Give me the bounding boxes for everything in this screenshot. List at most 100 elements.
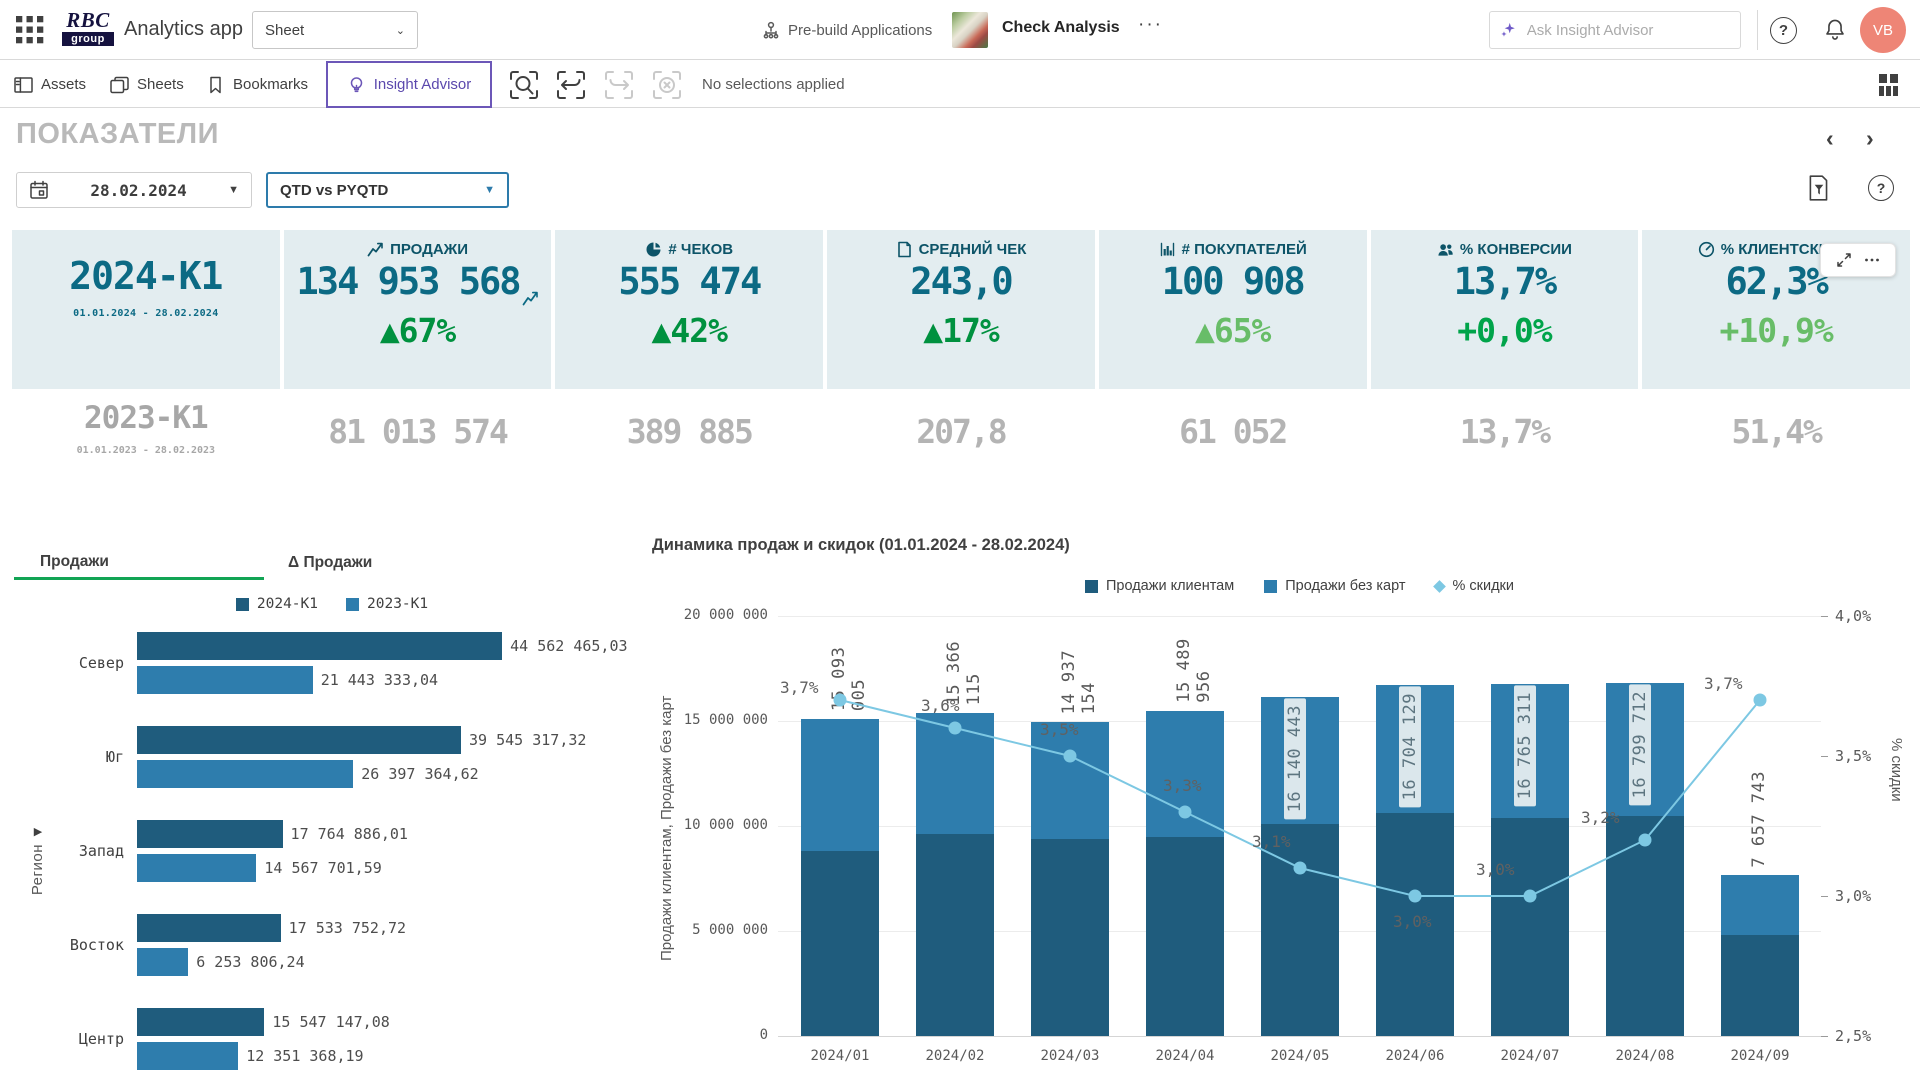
sheet-selector-value: Sheet	[265, 22, 396, 39]
bar-Продажи клиентам-2024/03[interactable]	[1031, 839, 1109, 1036]
bar-2023-К1-Юг[interactable]	[137, 760, 353, 788]
legend-swatch	[346, 598, 359, 611]
kpi-value: 134 953 568	[284, 260, 552, 303]
bar-2024-К1-Запад[interactable]	[137, 820, 283, 848]
bar-2024-К1-Восток[interactable]	[137, 914, 281, 942]
filter-document-icon[interactable]	[1806, 174, 1832, 202]
discount-point-label: 3,0%	[1476, 860, 1515, 879]
user-avatar[interactable]: VB	[1860, 7, 1906, 53]
bar-total-label: 15 093 005	[829, 616, 869, 711]
expand-icon[interactable]	[1836, 252, 1852, 268]
prev-sheet-chevron-icon[interactable]: ‹	[1826, 124, 1834, 152]
region-sales-chart-panel: Продажи Δ Продажи 2024-К12023-К1 ▶ Регио…	[12, 540, 650, 1080]
bar-Продажи без карт-2024/09[interactable]	[1721, 875, 1799, 935]
legend-item-Продажи клиентам[interactable]: Продажи клиентам	[1085, 578, 1234, 594]
bar-chart-icon	[1159, 241, 1176, 258]
kpi-period-card: 2024-К1 01.01.2024 - 28.02.2024	[12, 230, 280, 389]
sheets-button[interactable]: Sheets	[110, 61, 184, 108]
bar-Продажи клиентам-2024/07[interactable]	[1491, 818, 1569, 1036]
chevron-down-icon: ⌄	[396, 24, 405, 37]
sheet-help-button[interactable]: ?	[1868, 175, 1894, 201]
region-group-Юг: Юг39 545 317,32 26 397 364,62	[12, 726, 650, 788]
y-right-tick-mark	[1821, 756, 1828, 757]
tab-delta-sales[interactable]: Δ Продажи	[266, 546, 516, 580]
more-menu-icon[interactable]: ···	[1138, 14, 1163, 36]
insight-advisor-searchbox[interactable]	[1489, 11, 1741, 49]
kpi-prev-period: 2023-К1	[12, 400, 280, 436]
search-input[interactable]	[1527, 22, 1730, 39]
region-label[interactable]: Центр	[12, 1008, 137, 1070]
search-selections-icon[interactable]	[505, 66, 543, 104]
legend-item-Продажи без карт[interactable]: Продажи без карт	[1264, 578, 1405, 594]
discount-point-label: 3,7%	[780, 678, 819, 697]
app-launcher-icon[interactable]	[16, 16, 44, 44]
legend-item-% скидки[interactable]: % скидки	[1435, 578, 1514, 594]
bar-row: 6 253 806,24	[137, 948, 645, 976]
bar-2024-К1-Центр[interactable]	[137, 1008, 264, 1036]
bar-2023-К1-Запад[interactable]	[137, 854, 256, 882]
y-left-tick: 10 000 000	[650, 817, 768, 833]
kpi-value-text: 62,3%	[1725, 260, 1826, 303]
bar-2023-К1-Восток[interactable]	[137, 948, 188, 976]
legend-item-2024-К1[interactable]: 2024-К1	[236, 596, 318, 612]
app-thumbnail[interactable]	[952, 12, 988, 48]
sheet-selector-dropdown[interactable]: Sheet ⌄	[252, 11, 418, 49]
current-app-name[interactable]: Check Analysis	[1002, 19, 1120, 37]
discount-point-label: 3,7%	[1704, 674, 1743, 693]
region-label[interactable]: Север	[12, 632, 137, 694]
y-right-tick-mark	[1821, 616, 1828, 617]
kpi-value: 555 474	[555, 260, 823, 303]
y-right-tick: 2,5%	[1835, 1027, 1871, 1045]
bar-total-label: 16 765 311	[1514, 685, 1536, 806]
bar-2023-К1-Север[interactable]	[137, 666, 313, 694]
bar-Продажи без карт-2024/02[interactable]	[916, 713, 994, 834]
legend-item-2023-К1[interactable]: 2023-К1	[346, 596, 428, 612]
bar-Продажи клиентам-2024/08[interactable]	[1606, 816, 1684, 1037]
bar-Продажи клиентам-2024/09[interactable]	[1721, 935, 1799, 1036]
bar-2024-К1-Юг[interactable]	[137, 726, 461, 754]
bar-Продажи без карт-2024/01[interactable]	[801, 719, 879, 851]
kpi-card-header: СРЕДНИЙ ЧЕК	[827, 241, 1095, 258]
receipt-icon	[896, 241, 913, 258]
bar-2024-К1-Север[interactable]	[137, 632, 502, 660]
next-sheet-chevron-icon[interactable]: ›	[1866, 124, 1874, 152]
kpi-delta: +10,9%	[1642, 311, 1910, 350]
bar-Продажи клиентам-2024/05[interactable]	[1261, 824, 1339, 1036]
region-label[interactable]: Юг	[12, 726, 137, 788]
date-filter[interactable]: 28.02.2024 ▼	[16, 172, 252, 208]
step-back-selection-icon[interactable]	[552, 66, 590, 104]
bar-Продажи клиентам-2024/01[interactable]	[801, 851, 879, 1036]
more-options-icon[interactable]	[1864, 252, 1880, 268]
people-icon	[1437, 241, 1454, 258]
kpi-value: 13,7%	[1371, 260, 1639, 303]
bar-Продажи клиентам-2024/02[interactable]	[916, 834, 994, 1036]
bookmark-icon	[206, 76, 225, 94]
tab-sales[interactable]: Продажи	[14, 546, 264, 580]
bar-Продажи без карт-2024/04[interactable]	[1146, 711, 1224, 837]
help-button[interactable]: ?	[1770, 17, 1797, 44]
bookmarks-button[interactable]: Bookmarks	[206, 61, 308, 108]
bar-Продажи без карт-2024/03[interactable]	[1031, 722, 1109, 838]
prebuild-applications-link[interactable]: Pre-build Applications	[762, 14, 932, 46]
kpi-label: # ЧЕКОВ	[668, 241, 733, 258]
caret-down-icon: ▼	[484, 184, 495, 196]
caret-down-icon: ▼	[228, 184, 239, 196]
kpi-label: ПРОДАЖИ	[390, 241, 468, 258]
bar-value-label: 26 397 364,62	[361, 765, 478, 783]
region-label[interactable]: Восток	[12, 914, 137, 976]
insight-advisor-button[interactable]: Insight Advisor	[326, 61, 492, 108]
y-right-tick: 3,5%	[1835, 747, 1871, 765]
region-label[interactable]: Запад	[12, 820, 137, 882]
bar-row: 39 545 317,32	[137, 726, 645, 754]
kpi-delta: ▲17%	[827, 311, 1095, 350]
bar-Продажи клиентам-2024/04[interactable]	[1146, 837, 1224, 1037]
y-right-axis-title: % скидки	[1888, 738, 1905, 802]
notifications-bell-icon[interactable]	[1822, 16, 1848, 44]
assets-button[interactable]: Assets	[14, 61, 86, 108]
divider	[1757, 10, 1758, 50]
comparison-filter[interactable]: QTD vs PYQTD ▼	[266, 172, 509, 208]
sheet-grid-view-icon[interactable]	[1878, 73, 1904, 97]
region-group-Центр: Центр15 547 147,0812 351 368,19	[12, 1008, 650, 1070]
bar-2023-К1-Центр[interactable]	[137, 1042, 238, 1070]
x-axis-label: 2024/06	[1360, 1048, 1470, 1064]
